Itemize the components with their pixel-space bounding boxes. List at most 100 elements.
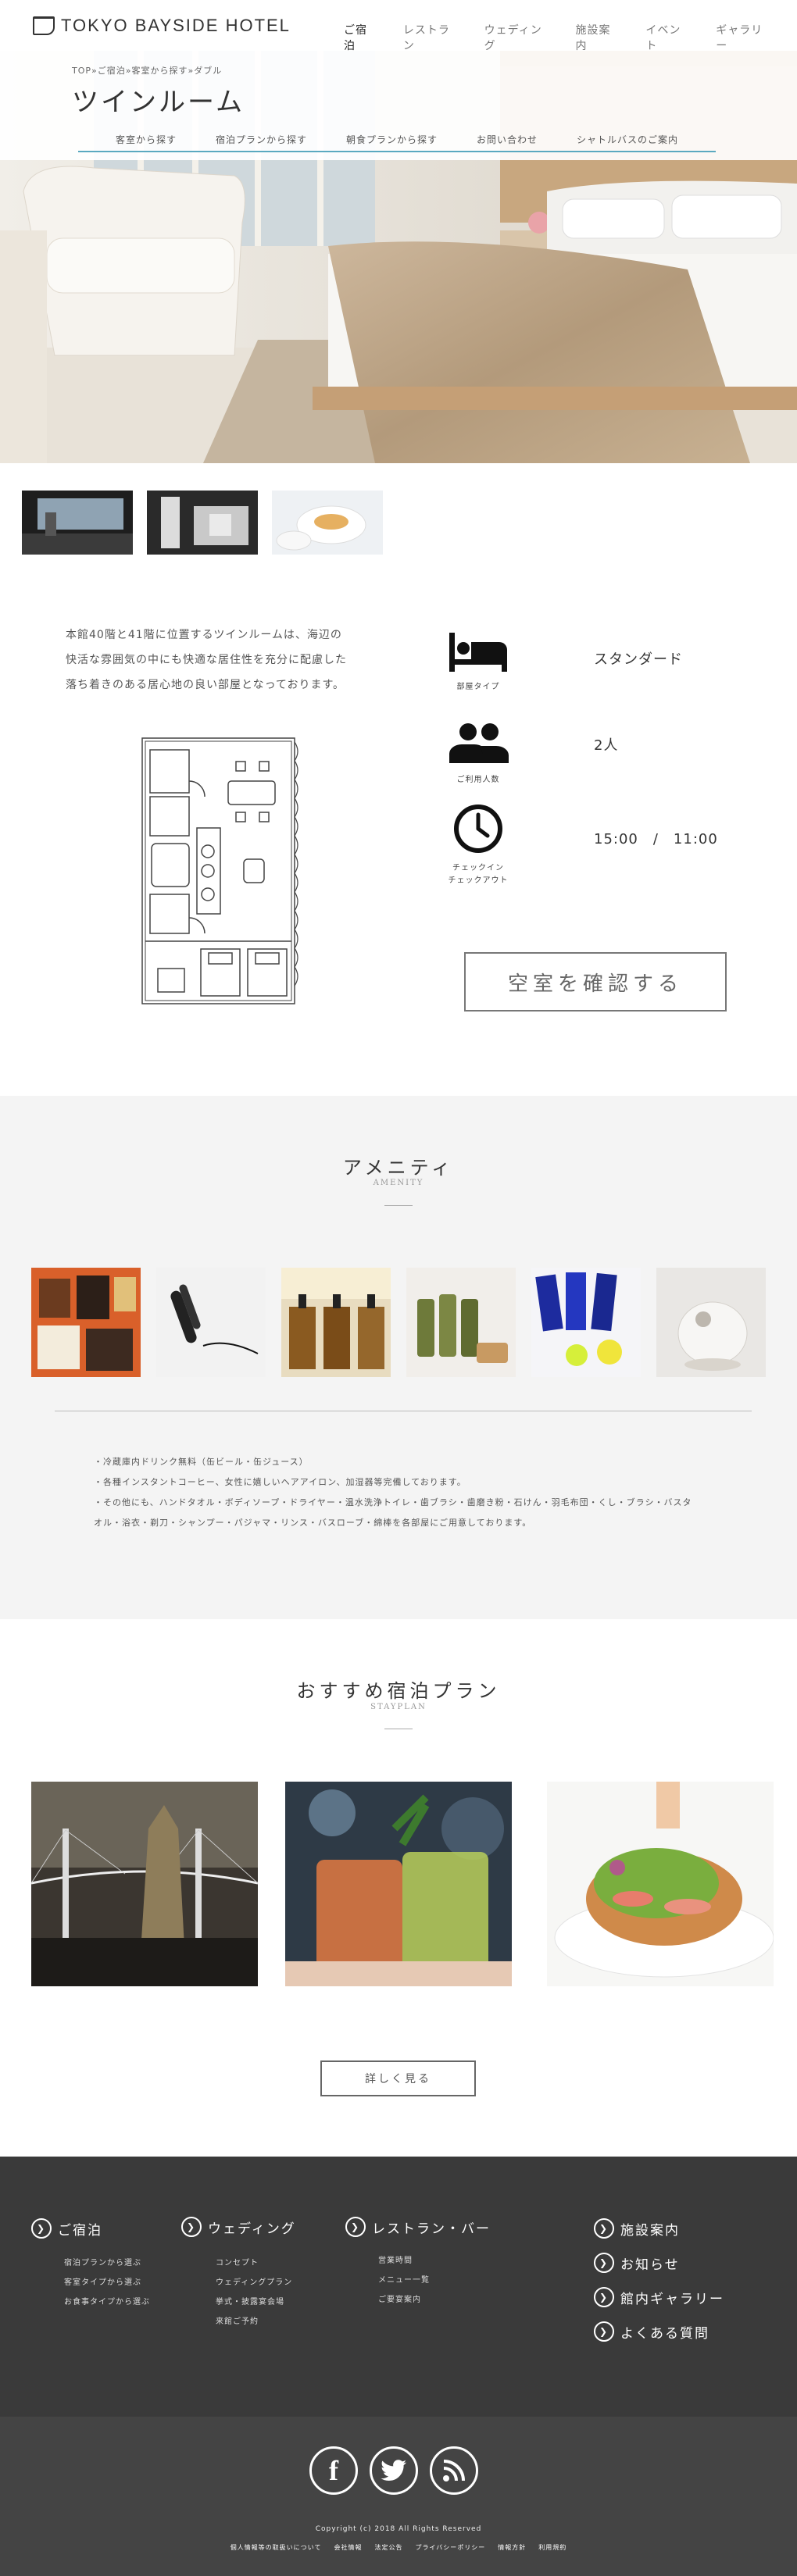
- footer-heading-wedding-label: ウェディング: [208, 2221, 296, 2237]
- room-type-spec: 部屋タイプ: [447, 631, 509, 694]
- stayplan-card-night-view[interactable]: [31, 1782, 258, 1986]
- footer-bottom: [0, 2417, 797, 2576]
- footer-link[interactable]: 来館ご予約: [216, 2312, 292, 2332]
- occupancy-value: 2人: [594, 737, 619, 754]
- facebook-icon[interactable]: f: [309, 2446, 358, 2495]
- amenity-note-line: ・冷蔵庫内ドリンク無料（缶ビール・缶ジュース）: [94, 1457, 309, 1467]
- footer-link[interactable]: ウェディングプラン: [216, 2273, 292, 2292]
- amenity-image-drinks: [31, 1268, 141, 1377]
- chevron-right-icon: ❯: [594, 2218, 614, 2239]
- amenity-title-rule: [384, 1205, 413, 1206]
- footer-wedding-links: コンセプト ウェディングプラン 挙式・披露宴会場 来館ご予約: [216, 2253, 292, 2332]
- room-thumbnail-1[interactable]: [22, 491, 133, 555]
- occupancy-label: ご利用人数: [456, 776, 500, 784]
- twitter-icon[interactable]: [370, 2446, 418, 2495]
- check-availability-button[interactable]: 空室を確認する: [464, 952, 727, 1011]
- footer-link-gallery[interactable]: ❯ 館内ギャラリー: [594, 2287, 724, 2307]
- nav-gallery[interactable]: ギャラリー: [716, 22, 770, 53]
- bed-icon: [448, 631, 509, 676]
- nav-wedding[interactable]: ウェディング: [484, 22, 549, 53]
- checkin-spec: チェックイン チェックアウト: [447, 803, 509, 887]
- footer-link[interactable]: 客室タイプから選ぶ: [64, 2273, 150, 2292]
- subnav-by-breakfast[interactable]: 朝食プランから探す: [346, 133, 438, 151]
- footer-link-facilities[interactable]: ❯ 施設案内: [594, 2218, 680, 2239]
- site-header: TOKYO BAYSIDE HOTEL ご宿泊 レストラン ウェディング 施設案…: [0, 0, 797, 53]
- footer-heading-stay-label: ご宿泊: [58, 2222, 102, 2239]
- footer-link[interactable]: 宿泊プランから選ぶ: [64, 2253, 150, 2273]
- footer-link[interactable]: コンセプト: [216, 2253, 292, 2273]
- footer-link[interactable]: ご要宴案内: [378, 2290, 430, 2310]
- room-thumbnail-2[interactable]: [147, 491, 258, 555]
- amenity-image-bottles: [406, 1268, 516, 1377]
- footer-stay-links: 宿泊プランから選ぶ 客室タイプから選ぶ お食事タイプから選ぶ: [64, 2253, 150, 2312]
- legal-link-privacy-handling[interactable]: 個人情報等の取扱いについて: [231, 2543, 322, 2552]
- room-description-line: 快活な雰囲気の中にも快適な居住性を充分に配慮した: [66, 654, 347, 666]
- subnav-by-room[interactable]: 客室から探す: [116, 133, 177, 151]
- footer-link-facilities-label: 施設案内: [620, 2222, 680, 2239]
- room-thumbnail-3[interactable]: [272, 491, 383, 555]
- breadcrumb[interactable]: TOP»ご宿泊»客室から探す»ダブル: [72, 64, 222, 77]
- footer-link[interactable]: お食事タイプから選ぶ: [64, 2292, 150, 2312]
- subnav-shuttle[interactable]: シャトルバスのご案内: [577, 133, 678, 151]
- nav-stay[interactable]: ご宿泊: [344, 22, 377, 53]
- amenity-image-humidifier: [656, 1268, 766, 1377]
- floor-plan-diagram: [134, 734, 306, 1008]
- legal-link-public-notice[interactable]: 法定公告: [374, 2543, 402, 2552]
- footer-link-news-label: お知らせ: [620, 2257, 680, 2273]
- stayplan-card-salad[interactable]: [547, 1782, 774, 1986]
- footer-heading-stay[interactable]: ❯ ご宿泊: [31, 2218, 102, 2239]
- footer-link-faq-label: よくある質問: [620, 2325, 709, 2342]
- room-description-line: 落ち着きのある居心地の良い部屋となっております。: [66, 679, 345, 691]
- amenity-note-line: オル・浴衣・剃刀・シャンプー・パジャマ・リンス・バスローブ・綿棒を各部屋にご用意…: [94, 1518, 532, 1528]
- footer-heading-restaurant-label: レストラン・バー: [372, 2221, 491, 2237]
- more-details-button[interactable]: 詳しく見る: [320, 2060, 476, 2096]
- room-description-line: 本館40階と41階に位置するツインルームは、海辺の: [66, 629, 342, 641]
- amenity-note-line: ・各種インスタントコーヒー、女性に嬉しいヘアアイロン、加湿器等完備しております。: [94, 1477, 466, 1487]
- hotel-logo[interactable]: TOKYO BAYSIDE HOTEL: [33, 16, 291, 36]
- main-nav: ご宿泊 レストラン ウェディング 施設案内 イベント ギャラリー: [344, 22, 797, 53]
- people-icon: [448, 722, 509, 769]
- room-type-label: 部屋タイプ: [456, 683, 500, 691]
- subnav-by-plan[interactable]: 宿泊プランから探す: [216, 133, 307, 151]
- legal-link-info-policy[interactable]: 情報方針: [498, 2543, 526, 2552]
- amenity-title: アメニティ: [342, 1157, 455, 1179]
- footer-link[interactable]: メニュー一覧: [378, 2271, 430, 2290]
- sub-header: TOP»ご宿泊»客室から探す»ダブル ツインルーム 客室から探す 宿泊プランから…: [0, 51, 797, 160]
- nav-events[interactable]: イベント: [645, 22, 689, 53]
- chevron-right-icon: ❯: [31, 2218, 52, 2239]
- legal-link-terms[interactable]: 利用規約: [538, 2543, 566, 2552]
- nav-facilities[interactable]: 施設案内: [576, 22, 620, 53]
- amenity-image-hair-iron: [156, 1268, 266, 1377]
- page-title: ツインルーム: [72, 87, 245, 118]
- footer-link[interactable]: 営業時間: [378, 2251, 430, 2271]
- checkout-label-line: チェックアウト: [448, 876, 509, 885]
- chevron-right-icon: ❯: [594, 2287, 614, 2307]
- legal-link-privacy-policy[interactable]: プライバシーポリシー: [415, 2543, 485, 2552]
- amenity-image-dispensers: [281, 1268, 391, 1377]
- footer-heading-wedding[interactable]: ❯ ウェディング: [181, 2217, 296, 2237]
- stayplan-card-drinks[interactable]: [285, 1782, 512, 1986]
- amenity-notes: ・冷蔵庫内ドリンク無料（缶ビール・缶ジュース） ・各種インスタントコーヒー、女性…: [94, 1452, 719, 1533]
- footer-link-news[interactable]: ❯ お知らせ: [594, 2253, 680, 2273]
- footer-link-gallery-label: 館内ギャラリー: [620, 2291, 724, 2307]
- checkin-label: チェックイン チェックアウト: [449, 862, 509, 887]
- rss-icon[interactable]: [430, 2446, 478, 2495]
- footer-link[interactable]: 挙式・披露宴会場: [216, 2292, 292, 2312]
- stayplan-subtitle: STAYPLAN: [370, 1703, 427, 1711]
- footer-link-faq[interactable]: ❯ よくある質問: [594, 2321, 709, 2342]
- footer-restaurant-links: 営業時間 メニュー一覧 ご要宴案内: [378, 2251, 430, 2310]
- clock-icon: [452, 803, 504, 858]
- legal-link-company[interactable]: 会社情報: [334, 2543, 362, 2552]
- chevron-right-icon: ❯: [345, 2217, 366, 2237]
- chevron-right-icon: ❯: [181, 2217, 202, 2237]
- chevron-right-icon: ❯: [594, 2253, 614, 2273]
- amenity-note-line: ・その他にも、ハンドタオル・ボディソープ・ドライヤー・温水洗浄トイレ・歯ブラシ・…: [94, 1497, 692, 1507]
- footer-heading-restaurant[interactable]: ❯ レストラン・バー: [345, 2217, 491, 2237]
- amenity-section: アメニティ AMENITY ・冷蔵庫内ドリンク無料（缶ビール・缶ジュース） ・各…: [0, 1096, 797, 1619]
- subnav-contact[interactable]: お問い合わせ: [477, 133, 538, 151]
- sub-nav: 客室から探す 宿泊プランから探す 朝食プランから探す お問い合わせ シャトルバス…: [78, 133, 716, 152]
- checkin-checkout-value: 15:00 / 11:00: [594, 831, 718, 847]
- nav-restaurant[interactable]: レストラン: [403, 22, 458, 53]
- amenity-image-toiletries: [531, 1268, 641, 1377]
- amenity-subtitle: AMENITY: [373, 1179, 424, 1187]
